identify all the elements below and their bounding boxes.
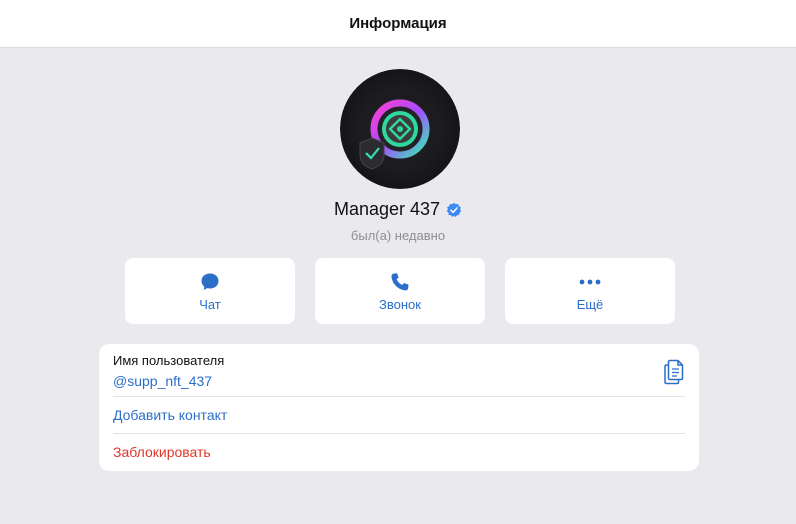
verified-badge-icon: [446, 202, 462, 217]
phone-icon: [390, 271, 410, 293]
copy-icon[interactable]: [663, 359, 685, 385]
chat-button[interactable]: Чат: [125, 258, 295, 324]
action-buttons: Чат Звонок Ещё: [125, 258, 675, 324]
more-dots-icon: [579, 271, 601, 293]
profile-name-row: Manager 437: [0, 199, 796, 220]
chat-button-label: Чат: [199, 296, 221, 312]
avatar-image: [340, 69, 460, 189]
username-value[interactable]: @supp_nft_437: [113, 373, 685, 389]
page-title: Информация: [349, 15, 447, 32]
info-card: Имя пользователя @supp_nft_437 Добавить …: [99, 344, 699, 471]
title-bar: Информация: [0, 0, 796, 48]
divider: [113, 433, 685, 434]
more-button-label: Ещё: [576, 296, 604, 312]
call-button-label: Звонок: [379, 296, 421, 312]
profile-name: Manager 437: [333, 199, 441, 219]
divider: [113, 396, 685, 397]
avatar[interactable]: [340, 69, 460, 189]
call-button[interactable]: Звонок: [315, 258, 485, 324]
last-seen-status: был(а) недавно: [350, 228, 446, 243]
more-button[interactable]: Ещё: [505, 258, 675, 324]
username-caption: Имя пользователя: [113, 353, 225, 368]
chat-bubble-icon: [200, 271, 220, 293]
block-user-link[interactable]: Заблокировать: [113, 444, 685, 460]
add-contact-link[interactable]: Добавить контакт: [113, 407, 685, 423]
